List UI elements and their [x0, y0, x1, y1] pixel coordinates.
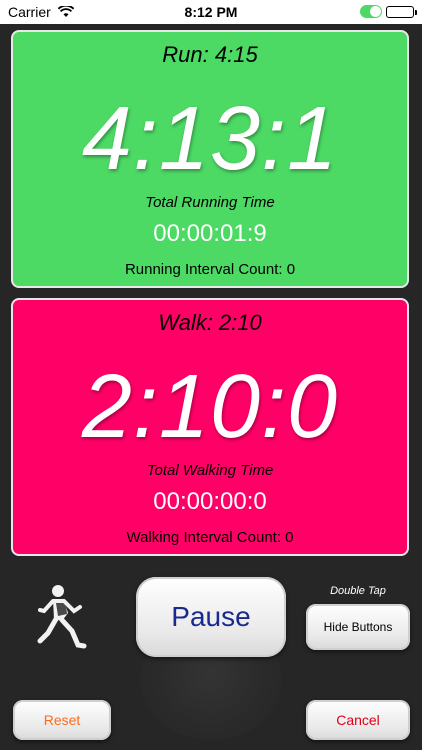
- total-walking-time-label: Total Walking Time: [146, 462, 274, 479]
- pause-button[interactable]: Pause: [136, 577, 286, 657]
- run-interval-title: Run: 4:15: [162, 42, 258, 67]
- battery-icon: [386, 6, 417, 18]
- toggle-icon: [360, 5, 382, 18]
- double-tap-label: Double Tap: [330, 585, 386, 597]
- status-time: 8:12 PM: [184, 4, 238, 20]
- total-walking-time: 00:00:00:0: [153, 488, 267, 515]
- total-running-time: 00:00:01:9: [153, 220, 267, 247]
- walk-panel[interactable]: Walk: 2:10 2:10:0 Total Walking Time 00:…: [11, 298, 409, 556]
- runner-icon: [36, 583, 88, 651]
- walk-current-time: 2:10:0: [81, 357, 339, 457]
- hide-buttons-button[interactable]: Hide Buttons: [306, 604, 410, 650]
- running-interval-count: Running Interval Count: 0: [124, 261, 296, 278]
- cancel-button[interactable]: Cancel: [306, 700, 410, 740]
- reset-button[interactable]: Reset: [13, 700, 111, 740]
- run-current-time: 4:13:1: [81, 89, 339, 189]
- status-bar: Carrier 8:12 PM: [0, 0, 422, 24]
- walking-interval-count: Walking Interval Count: 0: [126, 529, 294, 546]
- walk-interval-title: Walk: 2:10: [158, 310, 262, 335]
- run-panel[interactable]: Run: 4:15 4:13:1 Total Running Time 00:0…: [11, 30, 409, 288]
- total-running-time-label: Total Running Time: [145, 194, 275, 211]
